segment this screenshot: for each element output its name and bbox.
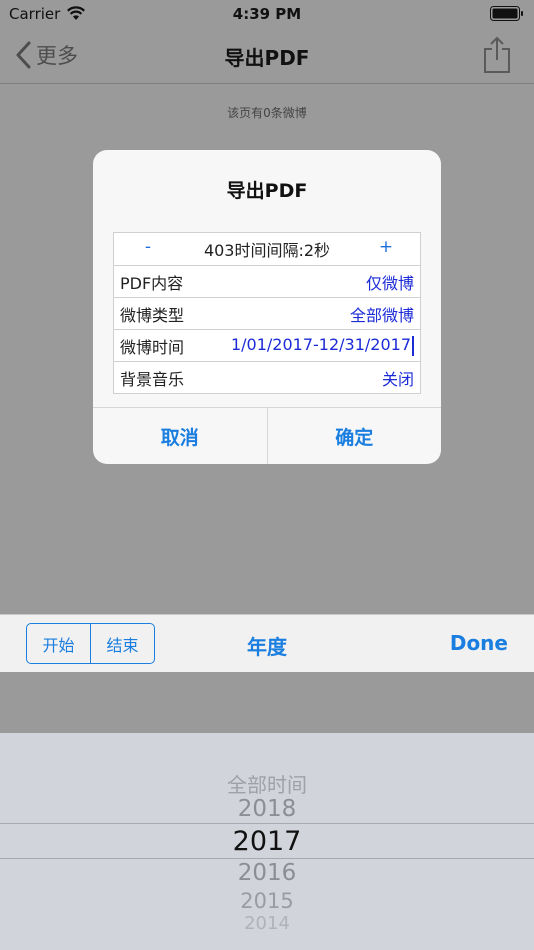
confirm-button[interactable]: 确定 [266, 408, 442, 464]
status-bar: Carrier 4:39 PM [0, 0, 534, 28]
export-settings-table: - 403时间间隔:2秒 + PDF内容 仅微博 微博类型 全部微博 微博时间 … [113, 232, 421, 394]
picker-option[interactable]: 2018 [0, 796, 534, 822]
pdf-content-row[interactable]: PDF内容 仅微博 [114, 265, 420, 297]
interval-stepper-row: - 403时间间隔:2秒 + [114, 233, 420, 265]
interval-label: 403时间间隔:2秒 [203, 241, 331, 260]
picker-option[interactable]: 2015 [0, 889, 534, 913]
page-title: 导出PDF [224, 46, 310, 70]
dialog-actions: 取消 确定 [93, 407, 441, 464]
background-music-row[interactable]: 背景音乐 关闭 [114, 361, 420, 393]
picker-option-selected[interactable]: 2017 [0, 826, 534, 857]
battery-icon [490, 6, 523, 21]
background-music-value: 关闭 [381, 369, 414, 389]
cancel-button[interactable]: 取消 [93, 408, 267, 464]
post-time-field[interactable]: 1/01/2017-12/31/2017 [231, 335, 414, 356]
post-type-row[interactable]: 微博类型 全部微博 [114, 297, 420, 329]
year-picker[interactable]: 全部时间 2018 2017 2016 2015 2014 [0, 733, 534, 950]
status-time: 4:39 PM [232, 5, 302, 23]
share-icon[interactable] [482, 36, 512, 74]
picker-option[interactable]: 2014 [0, 913, 534, 934]
post-type-value: 全部微博 [349, 305, 414, 325]
navigation-bar: 更多 导出PDF [0, 28, 534, 84]
increase-interval-button[interactable]: + [374, 237, 398, 257]
post-type-label: 微博类型 [120, 305, 185, 325]
picker-toolbar: 开始 结束 年度 Done [0, 614, 534, 672]
dialog-title: 导出PDF [226, 180, 308, 202]
picker-option[interactable]: 2016 [0, 860, 534, 886]
post-count-note: 该页有0条微博 [227, 106, 307, 120]
text-cursor [412, 335, 414, 356]
export-dialog: 导出PDF - 403时间间隔:2秒 + PDF内容 仅微博 微博类型 全部微博… [93, 150, 441, 464]
done-button[interactable]: Done [450, 631, 508, 655]
picker-option[interactable]: 全部时间 [0, 769, 534, 798]
pdf-content-value: 仅微博 [365, 273, 414, 293]
post-time-row[interactable]: 微博时间 1/01/2017-12/31/2017 [114, 329, 420, 361]
decrease-interval-button[interactable]: - [136, 237, 160, 257]
pdf-content-label: PDF内容 [120, 273, 184, 293]
post-time-label: 微博时间 [120, 337, 185, 357]
post-time-value: 1/01/2017-12/31/2017 [230, 335, 411, 355]
background-music-label: 背景音乐 [120, 369, 185, 389]
